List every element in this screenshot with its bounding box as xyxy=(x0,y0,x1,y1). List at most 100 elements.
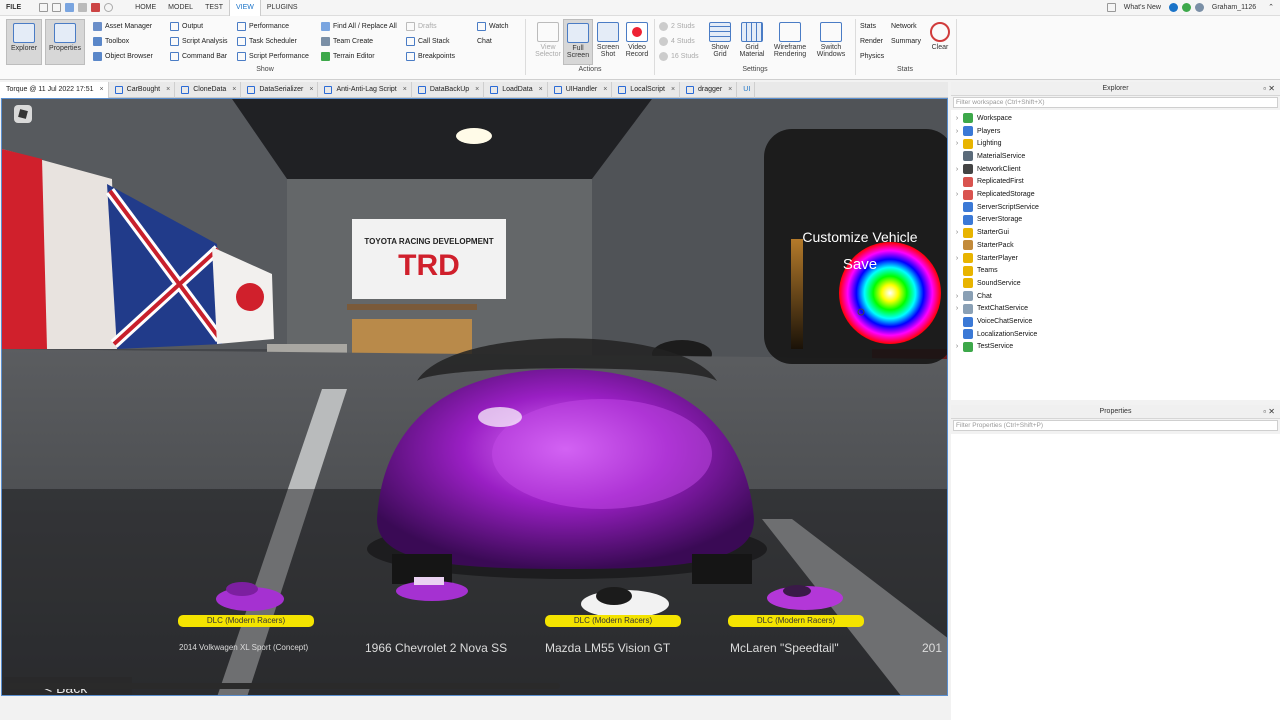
car-name-vw[interactable]: 2014 Volkwagen XL Sport (Concept) xyxy=(179,643,308,652)
save-button[interactable]: Save xyxy=(772,256,947,273)
doc-tab[interactable]: Anti-Anti-Lag Script × xyxy=(318,82,412,98)
tree-item[interactable]: VoiceChatService xyxy=(951,315,1032,328)
doc-tab[interactable]: Torque @ 11 Jul 2022 17:51 × xyxy=(0,82,109,98)
play-icon[interactable] xyxy=(78,3,88,12)
script-performance-button[interactable]: Script Performance xyxy=(237,50,309,62)
expand-chevron-icon[interactable]: › xyxy=(951,255,963,262)
command-bar-button[interactable]: Command Bar xyxy=(170,50,227,62)
asset-manager-button[interactable]: Asset Manager xyxy=(93,20,152,32)
close-tab-icon[interactable]: × xyxy=(166,82,170,98)
terrain-editor-button[interactable]: Terrain Editor xyxy=(321,50,375,62)
task-scheduler-button[interactable]: Task Scheduler xyxy=(237,35,297,47)
close-tab-icon[interactable]: × xyxy=(475,82,479,98)
studs-2-radio[interactable]: 2 Studs xyxy=(659,20,695,32)
tree-item[interactable]: › TextChatService xyxy=(951,303,1028,316)
expand-chevron-icon[interactable]: › xyxy=(951,229,963,236)
tab-plugins[interactable]: PLUGINS xyxy=(261,0,304,16)
panel-close-icon[interactable]: ▫ ✕ xyxy=(1263,405,1275,419)
close-tab-icon[interactable]: × xyxy=(100,82,104,98)
game-viewport[interactable]: TOYOTA RACING DEVELOPMENT TRD Customize … xyxy=(1,98,948,696)
expand-chevron-icon[interactable]: › xyxy=(951,128,963,135)
grid-material-button[interactable]: Grid Material xyxy=(736,19,768,65)
show-grid-button[interactable]: Show Grid xyxy=(704,19,736,65)
file-menu[interactable]: FILE xyxy=(0,0,27,16)
network-button[interactable]: Network xyxy=(891,20,917,32)
share-icon[interactable] xyxy=(1194,3,1204,12)
video-record-button[interactable]: Video Record xyxy=(622,19,652,65)
team-create-button[interactable]: Team Create xyxy=(321,35,373,47)
find-replace-button[interactable]: Find All / Replace All xyxy=(321,20,397,32)
expand-chevron-icon[interactable]: › xyxy=(951,343,963,350)
tree-item[interactable]: ServerScriptService xyxy=(951,201,1039,214)
tree-item[interactable]: Teams xyxy=(951,264,998,277)
whats-new-link[interactable]: What's New xyxy=(1118,0,1167,16)
doc-tab[interactable]: LoadData × xyxy=(484,82,548,98)
view-selector-button[interactable]: View Selector xyxy=(530,19,566,65)
expand-chevron-icon[interactable]: › xyxy=(951,115,963,122)
user-name[interactable]: Graham_1126 xyxy=(1206,0,1262,16)
tab-test[interactable]: TEST xyxy=(199,0,229,16)
drafts-button[interactable]: Drafts xyxy=(406,20,437,32)
expand-chevron-icon[interactable]: › xyxy=(951,166,963,173)
car-name-mazda[interactable]: Mazda LM55 Vision GT xyxy=(545,641,670,655)
close-tab-icon[interactable]: × xyxy=(232,82,236,98)
object-browser-button[interactable]: Object Browser xyxy=(93,50,153,62)
notification-icon[interactable] xyxy=(1106,3,1116,12)
wireframe-button[interactable]: Wireframe Rendering xyxy=(769,19,811,65)
ui-toggle-button[interactable]: UI xyxy=(737,82,756,98)
car-list-scrollbar[interactable] xyxy=(8,683,560,689)
output-button[interactable]: Output xyxy=(170,20,203,32)
clear-stats-button[interactable]: Clear xyxy=(926,19,954,65)
chat-button[interactable]: Chat xyxy=(477,35,492,47)
render-button[interactable]: Render xyxy=(860,35,883,47)
tree-item[interactable]: › Chat xyxy=(951,290,992,303)
undo-icon[interactable] xyxy=(104,3,114,12)
car-name-mclaren[interactable]: McLaren "Speedtail" xyxy=(730,641,839,655)
studs-16-radio[interactable]: 16 Studs xyxy=(659,50,699,62)
tab-view[interactable]: VIEW xyxy=(228,0,261,16)
tree-item[interactable]: › NetworkClient xyxy=(951,163,1021,176)
full-screen-button[interactable]: Full Screen xyxy=(563,19,593,65)
toolbox-button[interactable]: Toolbox xyxy=(93,35,129,47)
tree-item[interactable]: LocalizationService xyxy=(951,328,1037,341)
doc-tab[interactable]: UIHandler × xyxy=(548,82,613,98)
close-tab-icon[interactable]: × xyxy=(603,82,607,98)
close-tab-icon[interactable]: × xyxy=(539,82,543,98)
watch-button[interactable]: Watch xyxy=(477,20,509,32)
switch-windows-button[interactable]: Switch Windows xyxy=(812,19,850,65)
tree-item[interactable]: › TestService xyxy=(951,341,1013,354)
expand-chevron-icon[interactable]: › xyxy=(951,293,963,300)
summary-button[interactable]: Summary xyxy=(891,35,921,47)
script-analysis-button[interactable]: Script Analysis xyxy=(170,35,228,47)
explorer-button[interactable]: Explorer xyxy=(6,19,42,65)
explorer-filter-input[interactable]: Filter workspace (Ctrl+Shift+X) xyxy=(953,97,1278,108)
close-tab-icon[interactable]: × xyxy=(309,82,313,98)
open-file-icon[interactable] xyxy=(52,3,62,12)
properties-filter-input[interactable]: Filter Properties (Ctrl+Shift+P) xyxy=(953,420,1278,431)
sync-icon[interactable] xyxy=(1181,3,1191,12)
stats-button[interactable]: Stats xyxy=(860,20,876,32)
help-icon[interactable] xyxy=(1168,3,1178,12)
tree-item[interactable]: › StarterGui xyxy=(951,226,1009,239)
tab-model[interactable]: MODEL xyxy=(162,0,199,16)
close-tab-icon[interactable]: × xyxy=(671,82,675,98)
call-stack-button[interactable]: Call Stack xyxy=(406,35,450,47)
tree-item[interactable]: › Lighting xyxy=(951,137,1002,150)
breakpoints-button[interactable]: Breakpoints xyxy=(406,50,455,62)
doc-tab[interactable]: CloneData × xyxy=(175,82,242,98)
tree-item[interactable]: ServerStorage xyxy=(951,214,1022,227)
tree-item[interactable]: › Players xyxy=(951,125,1000,138)
stop-icon[interactable] xyxy=(91,3,101,12)
studs-4-radio[interactable]: 4 Studs xyxy=(659,35,695,47)
tab-home[interactable]: HOME xyxy=(129,0,162,16)
doc-tab[interactable]: dragger × xyxy=(680,82,738,98)
close-tab-icon[interactable]: × xyxy=(728,82,732,98)
car-name-partial[interactable]: 201 xyxy=(922,641,942,655)
tree-item[interactable]: ReplicatedFirst xyxy=(951,176,1024,189)
doc-tab[interactable]: CarBought × xyxy=(109,82,176,98)
expand-ribbon-icon[interactable]: ⌃ xyxy=(1262,0,1280,16)
performance-button[interactable]: Performance xyxy=(237,20,289,32)
properties-button[interactable]: Properties xyxy=(45,19,85,65)
tree-item[interactable]: › Workspace xyxy=(951,112,1012,125)
doc-tab[interactable]: LocalScript × xyxy=(612,82,681,98)
